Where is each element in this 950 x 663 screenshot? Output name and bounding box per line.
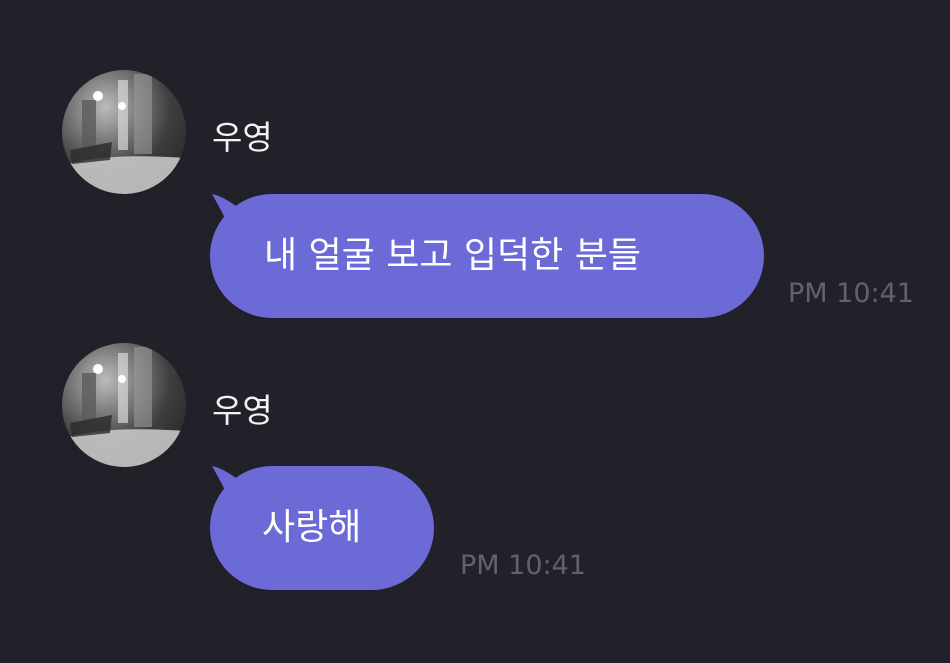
message-text: 사랑해: [262, 507, 362, 548]
message-timestamp: PM 10:41: [788, 278, 914, 309]
avatar-photo-icon: [62, 74, 186, 194]
avatar[interactable]: [62, 343, 186, 467]
avatar[interactable]: [62, 70, 186, 194]
message-bubble[interactable]: 사랑해: [210, 466, 434, 590]
message-text: 내 얼굴 보고 입덕한 분들: [264, 235, 641, 276]
message-bubble[interactable]: 내 얼굴 보고 입덕한 분들: [210, 194, 764, 318]
message-timestamp: PM 10:41: [460, 550, 586, 581]
bubble-tail-icon: [212, 466, 236, 496]
sender-name: 우영: [212, 391, 273, 430]
bubble-tail-icon: [212, 194, 236, 224]
avatar-photo-icon: [62, 347, 186, 467]
sender-name: 우영: [212, 118, 273, 157]
